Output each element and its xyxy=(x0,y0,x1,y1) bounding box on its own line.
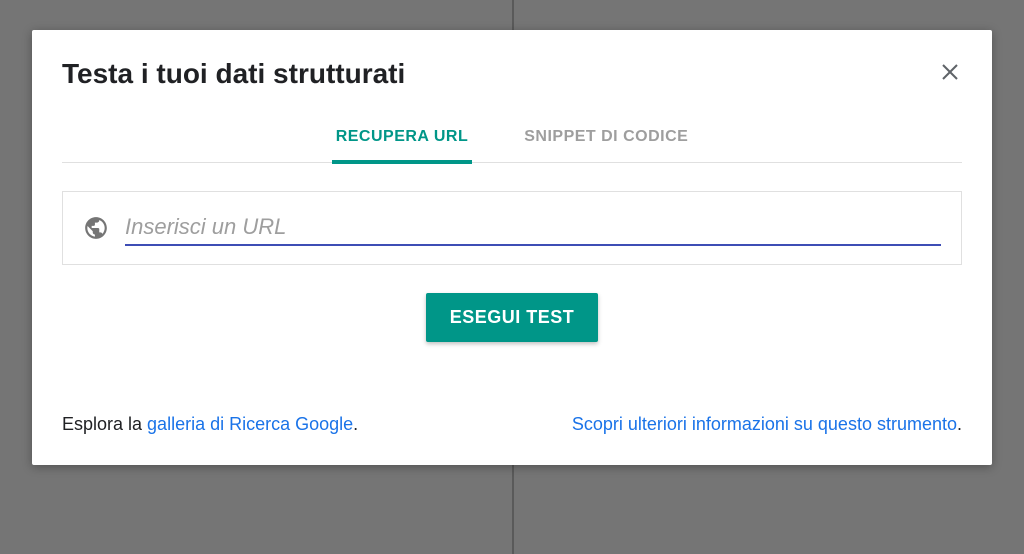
footer-right: Scopri ulteriori informazioni su questo … xyxy=(572,414,962,435)
action-row: ESEGUI TEST xyxy=(62,293,962,342)
footer-left-prefix: Esplora la xyxy=(62,414,147,434)
structured-data-dialog: Testa i tuoi dati strutturati RECUPERA U… xyxy=(32,30,992,465)
learn-more-link[interactable]: Scopri ulteriori informazioni su questo … xyxy=(572,414,957,434)
footer-right-suffix: . xyxy=(957,414,962,434)
tab-code-snippet[interactable]: SNIPPET DI CODICE xyxy=(520,114,692,164)
dialog-title: Testa i tuoi dati strutturati xyxy=(62,58,405,90)
tabs: RECUPERA URL SNIPPET DI CODICE xyxy=(62,114,962,163)
dialog-header: Testa i tuoi dati strutturati xyxy=(62,58,962,90)
footer-left: Esplora la galleria di Ricerca Google. xyxy=(62,414,358,435)
close-icon[interactable] xyxy=(938,60,962,84)
gallery-link[interactable]: galleria di Ricerca Google xyxy=(147,414,353,434)
url-input-container xyxy=(62,191,962,265)
run-test-button[interactable]: ESEGUI TEST xyxy=(426,293,599,342)
url-input[interactable] xyxy=(125,210,941,246)
tab-fetch-url[interactable]: RECUPERA URL xyxy=(332,114,473,164)
globe-icon xyxy=(83,215,109,241)
footer-left-suffix: . xyxy=(353,414,358,434)
footer-links: Esplora la galleria di Ricerca Google. S… xyxy=(62,414,962,435)
